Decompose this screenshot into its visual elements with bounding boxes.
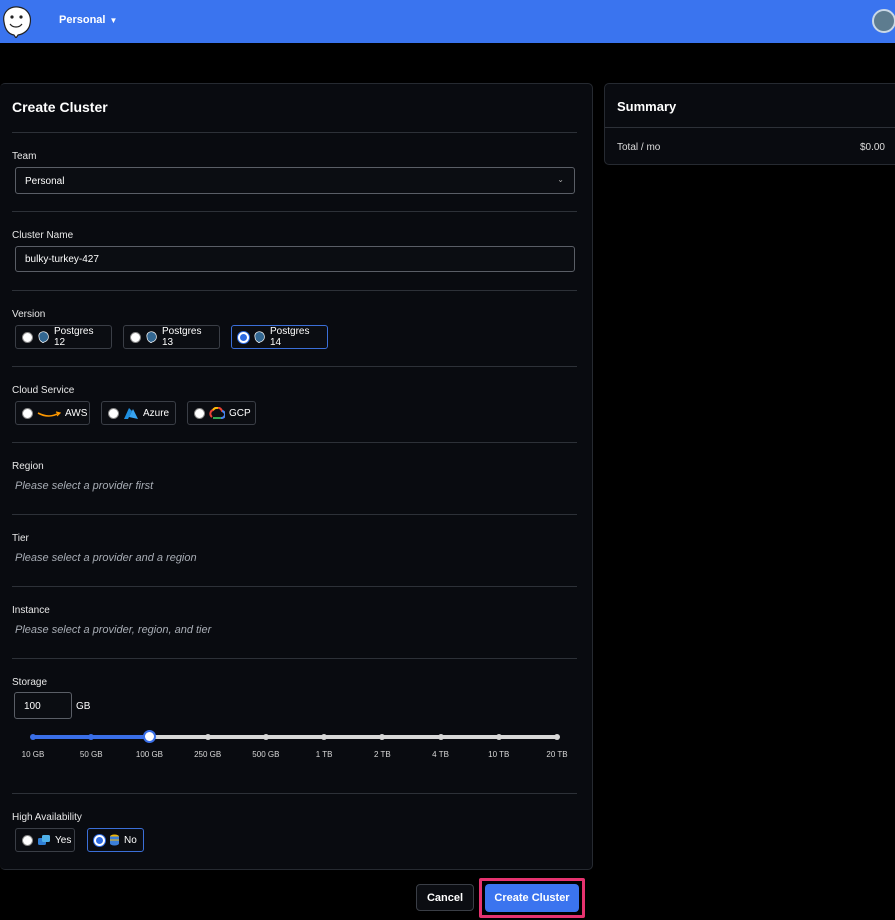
form-title: Create Cluster — [12, 99, 108, 115]
divider — [12, 514, 577, 515]
region-label: Region — [12, 461, 44, 472]
storage-slider-tick-label: 50 GB — [79, 750, 103, 759]
radio-button[interactable] — [22, 407, 33, 419]
team-label: Team — [12, 151, 37, 162]
aws-logo-icon — [37, 411, 61, 417]
team-select[interactable]: Personal ⌄ — [15, 167, 575, 194]
storage-label: Storage — [12, 677, 48, 688]
divider — [12, 290, 577, 291]
create-cluster-button[interactable]: Create Cluster — [485, 884, 579, 912]
storage-slider-tick-label: 100 GB — [135, 750, 164, 759]
storage-slider-tick[interactable] — [495, 734, 502, 740]
database-icon — [110, 834, 119, 846]
cancel-button[interactable]: Cancel — [416, 884, 474, 911]
radio-button[interactable] — [130, 331, 141, 343]
storage-slider-tick[interactable] — [30, 734, 36, 740]
team-select-value: Personal — [25, 176, 65, 187]
azure-logo-icon — [124, 407, 138, 419]
gcp-logo-icon — [209, 406, 225, 419]
cluster-name-value: bulky-turkey-427 — [25, 254, 99, 265]
divider — [12, 211, 577, 212]
storage-slider-tick-label: 10 GB — [21, 750, 45, 759]
summary-panel: Summary Total / mo $0.00 — [604, 83, 895, 165]
cluster-name-input[interactable]: bulky-turkey-427 — [15, 246, 575, 272]
postgres-elephant-icon — [38, 331, 49, 343]
team-switcher-label: Personal — [59, 14, 106, 26]
cloud-option-label: AWS — [65, 407, 88, 419]
storage-slider-tick[interactable] — [204, 734, 211, 740]
cloud-option-azure[interactable]: Azure — [101, 401, 176, 425]
divider — [605, 127, 895, 128]
storage-slider-tick-label: 2 TB — [373, 750, 391, 759]
radio-button-selected[interactable] — [94, 834, 105, 846]
cloud-service-label: Cloud Service — [12, 385, 75, 396]
elephant-logo-icon[interactable] — [0, 4, 32, 38]
summary-total-label: Total / mo — [617, 142, 661, 153]
cloud-option-label: Azure — [143, 407, 170, 419]
divider — [12, 658, 577, 659]
version-option-label: Postgres 13 — [162, 326, 202, 348]
postgres-elephant-icon — [146, 331, 157, 343]
divider — [12, 366, 577, 367]
cloud-option-aws[interactable]: AWS — [15, 401, 90, 425]
storage-slider-tick-label: 250 GB — [194, 750, 222, 759]
chevron-down-icon: ⌄ — [557, 175, 564, 184]
summary-title: Summary — [617, 99, 677, 114]
storage-slider-tick[interactable] — [437, 734, 444, 740]
chevron-down-icon: ▼ — [109, 15, 118, 25]
avatar[interactable] — [872, 9, 895, 33]
storage-slider-tick[interactable] — [554, 734, 560, 740]
tier-label: Tier — [12, 533, 29, 544]
version-label: Version — [12, 309, 46, 320]
storage-unit: GB — [76, 701, 91, 712]
instance-label: Instance — [12, 605, 50, 616]
version-option-postgres-13[interactable]: Postgres 13 — [123, 325, 220, 349]
storage-value: 100 — [24, 701, 41, 712]
version-option-postgres-12[interactable]: Postgres 12 — [15, 325, 112, 349]
version-option-label: Postgres 12 — [54, 326, 94, 348]
ha-option-label: Yes — [55, 834, 72, 846]
cloud-option-gcp[interactable]: GCP — [187, 401, 256, 425]
instance-placeholder: Please select a provider, region, and ti… — [15, 624, 212, 636]
radio-button[interactable] — [22, 834, 33, 846]
version-option-label: Postgres 14 — [270, 326, 310, 348]
cluster-name-label: Cluster Name — [12, 230, 74, 241]
radio-button[interactable] — [108, 407, 119, 419]
radio-button[interactable] — [22, 331, 33, 343]
storage-slider-tick-label: 1 TB — [315, 750, 333, 759]
high-availability-label: High Availability — [12, 812, 82, 823]
replicated-database-icon — [38, 835, 50, 845]
storage-slider-tick-label: 10 TB — [488, 750, 510, 759]
divider — [12, 442, 577, 443]
divider — [12, 586, 577, 587]
summary-total-value: $0.00 — [859, 142, 885, 153]
version-option-postgres-14[interactable]: Postgres 14 — [231, 325, 328, 349]
top-bar: Personal ▼ — [0, 0, 895, 43]
storage-slider-tick-label: 4 TB — [432, 750, 449, 759]
postgres-elephant-icon — [254, 331, 265, 343]
storage-slider-tick-label: 500 GB — [252, 750, 280, 759]
ha-option-label: No — [124, 834, 137, 846]
cloud-option-label: GCP — [229, 407, 251, 419]
region-placeholder: Please select a provider first — [15, 480, 154, 492]
ha-option-no[interactable]: No — [87, 828, 144, 852]
radio-button-selected[interactable] — [238, 331, 249, 343]
storage-slider-tick-label: 20 TB — [546, 750, 568, 759]
divider — [12, 132, 577, 133]
team-switcher[interactable]: Personal ▼ — [59, 14, 117, 26]
tier-placeholder: Please select a provider and a region — [15, 552, 197, 564]
ha-option-yes[interactable]: Yes — [15, 828, 75, 852]
divider — [12, 793, 577, 794]
storage-input[interactable]: 100 — [14, 692, 72, 719]
radio-button[interactable] — [194, 407, 205, 419]
storage-slider-tick[interactable] — [262, 734, 269, 740]
